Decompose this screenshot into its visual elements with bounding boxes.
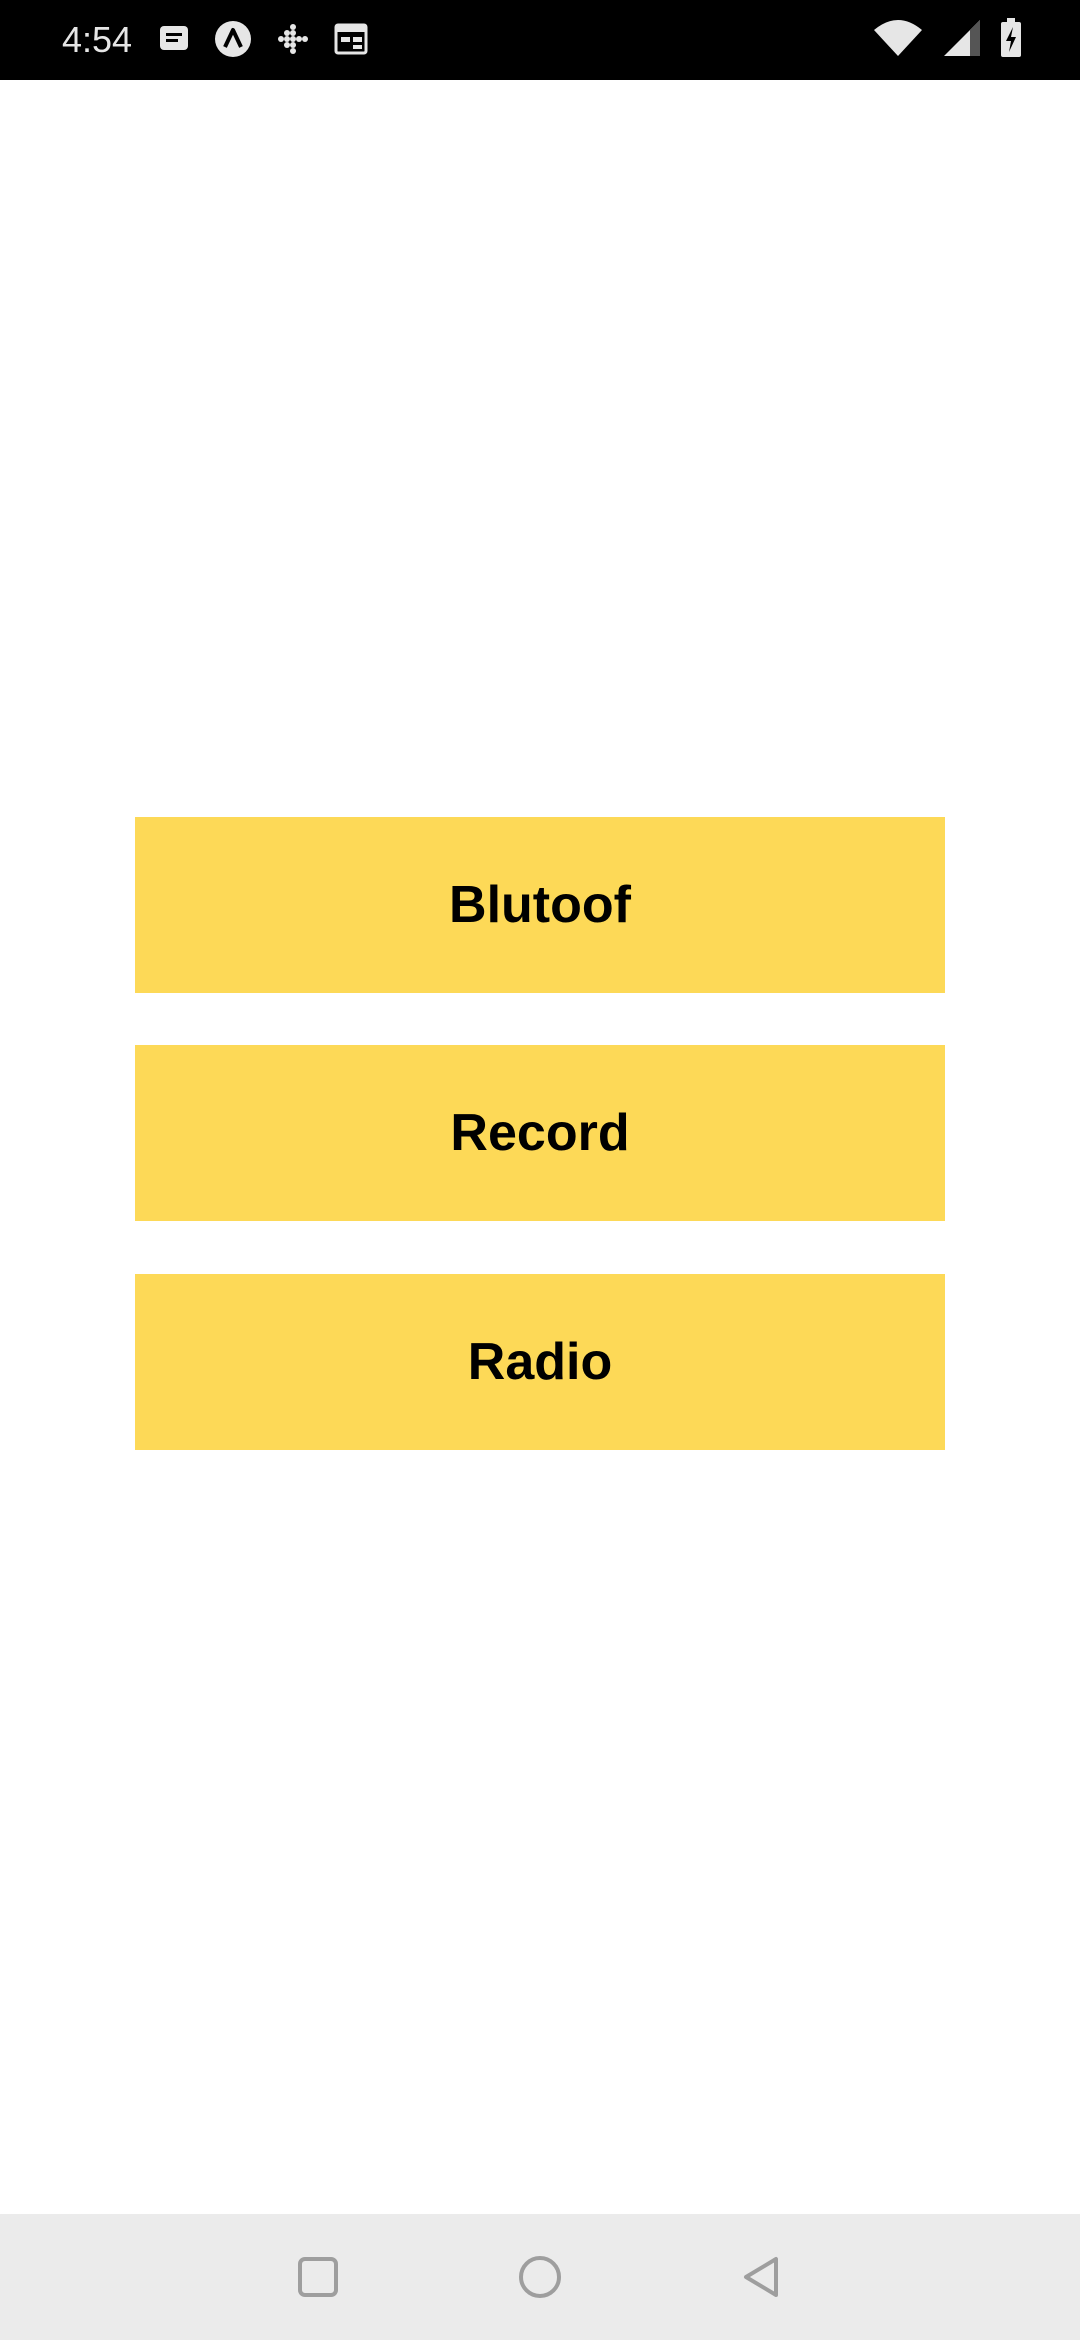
cell-signal-icon <box>944 20 980 56</box>
back-button[interactable] <box>732 2247 792 2307</box>
main-content: Blutoof Record Radio <box>0 80 1080 2214</box>
status-bar: 4:54 <box>0 0 1080 80</box>
record-button[interactable]: Record <box>135 1045 945 1221</box>
radio-button[interactable]: Radio <box>135 1274 945 1450</box>
dots-grid-icon <box>278 24 308 54</box>
calendar-icon <box>334 23 368 55</box>
back-icon <box>744 2257 778 2297</box>
bluetooth-button[interactable]: Blutoof <box>135 817 945 993</box>
app-a-icon <box>215 21 251 57</box>
home-icon <box>519 2256 561 2298</box>
home-button[interactable] <box>510 2247 570 2307</box>
system-icons <box>872 18 1022 58</box>
battery-charging-icon <box>1001 18 1021 57</box>
wifi-icon <box>874 20 922 56</box>
status-time: 4:54 <box>62 19 133 60</box>
notification-icons <box>158 20 368 58</box>
recents-icon <box>298 2257 338 2297</box>
message-icon <box>160 26 188 50</box>
recents-button[interactable] <box>288 2247 348 2307</box>
navigation-bar <box>0 2214 1080 2340</box>
